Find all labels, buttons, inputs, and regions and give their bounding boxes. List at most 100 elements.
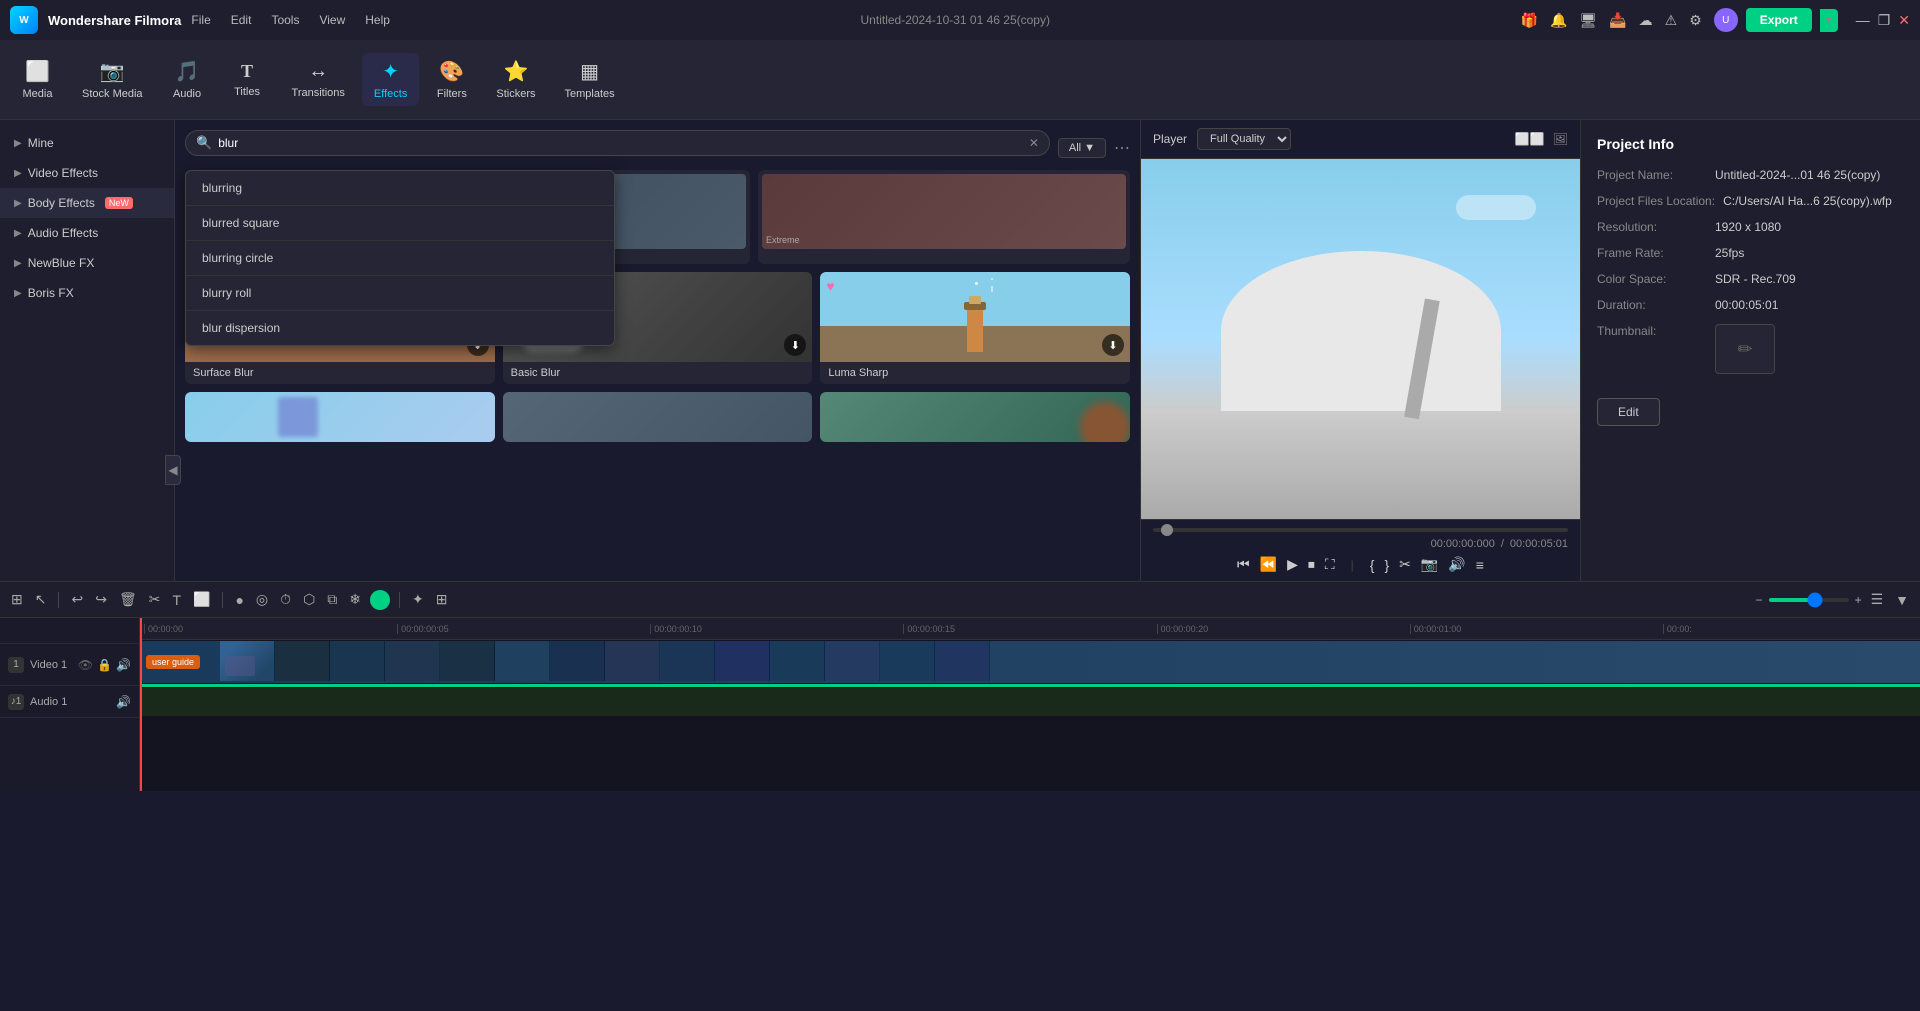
sidebar-item-boris[interactable]: ▶ Boris FX xyxy=(0,278,174,308)
skip-back-button[interactable]: ⏮ xyxy=(1237,556,1250,573)
stabilize-button[interactable]: ◎ xyxy=(253,588,271,611)
thumbnail-edit-icon[interactable]: ✏ xyxy=(1715,324,1775,374)
playhead[interactable] xyxy=(140,618,142,791)
play-button[interactable]: ▶ xyxy=(1287,556,1298,573)
quality-select[interactable]: Full Quality xyxy=(1197,128,1291,150)
track-settings-button[interactable]: ⊞ xyxy=(433,588,451,611)
fullscreen-button[interactable]: ⛶ xyxy=(1325,556,1335,573)
menu-view[interactable]: View xyxy=(319,13,345,27)
autocomplete-item-blurring[interactable]: blurring xyxy=(186,171,614,206)
toolbar-stock-media[interactable]: 📷 Stock Media xyxy=(70,53,155,106)
video-track-lock-icon[interactable]: 🔒 xyxy=(97,658,112,672)
fav-icon-luma-sharp[interactable]: ♥ xyxy=(826,278,834,294)
effect-card-4[interactable] xyxy=(185,392,495,442)
group-button[interactable]: ⬡ xyxy=(300,588,318,611)
project-name-value: Untitled-2024-...01 46 25(copy) xyxy=(1715,168,1904,182)
audio-track[interactable] xyxy=(140,688,1920,716)
freeze-button[interactable]: ❄ xyxy=(346,588,364,611)
delete-button[interactable]: 🗑 xyxy=(116,588,140,611)
sidebar-collapse-button[interactable]: ◀ xyxy=(165,455,181,485)
menu-tools[interactable]: Tools xyxy=(271,13,299,27)
download-icon[interactable]: 📥 xyxy=(1609,12,1626,29)
cut-tool-button[interactable]: ✂ xyxy=(146,588,164,611)
cloud-icon[interactable]: ☁ xyxy=(1639,12,1653,29)
record-button[interactable] xyxy=(370,590,390,610)
audio-settings-button[interactable]: ≡ xyxy=(1476,557,1484,573)
motion-button[interactable]: ● xyxy=(232,589,246,611)
zoom-out-icon[interactable]: − xyxy=(1756,593,1763,607)
grid-icon[interactable]: ⚙ xyxy=(1689,12,1702,29)
toolbar-media[interactable]: ⬜ Media xyxy=(10,53,65,106)
more-timeline-button[interactable]: ▼ xyxy=(1892,589,1912,611)
screenshot-button[interactable]: 📷 xyxy=(1421,556,1438,573)
mark-in-button[interactable]: { xyxy=(1370,557,1375,573)
toolbar-effects[interactable]: ✦ Effects xyxy=(362,53,419,106)
monitor-icon[interactable]: 🖥 xyxy=(1579,12,1597,29)
alert-icon[interactable]: ⚠ xyxy=(1665,12,1678,29)
rob-stroke-extreme[interactable]: Extreme xyxy=(758,170,1130,264)
more-options-button[interactable]: ⋯ xyxy=(1114,138,1130,158)
audio-track-mute-icon[interactable]: 🔊 xyxy=(116,695,131,709)
maximize-button[interactable]: ❐ xyxy=(1878,12,1891,29)
mask-button[interactable]: ⧉ xyxy=(324,588,340,611)
compare-icon[interactable]: ⬜⬜ xyxy=(1515,132,1545,146)
mark-out-button[interactable]: } xyxy=(1384,557,1389,573)
export-button[interactable]: Export xyxy=(1746,8,1812,32)
gift-icon[interactable]: 🎁 xyxy=(1521,12,1538,29)
list-view-button[interactable]: ☰ xyxy=(1868,588,1887,611)
autocomplete-item-blurring-circle[interactable]: blurring circle xyxy=(186,241,614,276)
autocomplete-item-blur-dispersion[interactable]: blur dispersion xyxy=(186,311,614,345)
minimize-button[interactable]: — xyxy=(1856,12,1870,29)
toolbar-transitions[interactable]: ↔ Transitions xyxy=(280,54,357,105)
export-dropdown[interactable]: ▼ xyxy=(1820,9,1838,32)
redo-button[interactable]: ↪ xyxy=(92,588,110,611)
scrubber-handle[interactable] xyxy=(1161,524,1173,536)
sidebar-item-newblue[interactable]: ▶ NewBlue FX xyxy=(0,248,174,278)
zoom-in-icon[interactable]: + xyxy=(1855,593,1862,607)
bell-icon[interactable]: 🔔 xyxy=(1550,12,1567,29)
speed-button[interactable]: ⏱ xyxy=(277,588,294,611)
menu-help[interactable]: Help xyxy=(365,13,390,27)
timeline-scrubber[interactable] xyxy=(1153,528,1568,532)
text-button[interactable]: T xyxy=(169,589,184,611)
snap-button[interactable]: ⊞ xyxy=(8,588,26,611)
volume-button[interactable]: 🔊 xyxy=(1448,556,1465,573)
toolbar-stickers[interactable]: ⭐ Stickers xyxy=(484,53,547,106)
clear-search-button[interactable]: ✕ xyxy=(1029,136,1039,150)
toolbar-titles[interactable]: T Titles xyxy=(220,55,275,104)
toolbar-filters[interactable]: 🎨 Filters xyxy=(424,53,479,106)
video-track-vol-icon[interactable]: 🔊 xyxy=(116,658,131,672)
menu-edit[interactable]: Edit xyxy=(231,13,252,27)
sidebar-item-video-effects[interactable]: ▶ Video Effects xyxy=(0,158,174,188)
effect-card-luma-sharp[interactable]: ♥ ⬇ Luma Sharp xyxy=(820,272,1130,384)
toolbar-templates[interactable]: ▦ Templates xyxy=(552,53,626,106)
zoom-slider[interactable] xyxy=(1769,598,1849,602)
download-icon-basic-blur[interactable]: ⬇ xyxy=(784,334,806,356)
download-icon-luma-sharp[interactable]: ⬇ xyxy=(1102,334,1124,356)
toolbar-stickers-label: Stickers xyxy=(496,88,535,100)
undo-button[interactable]: ↩ xyxy=(68,588,86,611)
sidebar-item-audio-effects[interactable]: ▶ Audio Effects xyxy=(0,218,174,248)
filter-all-button[interactable]: All ▼ xyxy=(1058,138,1106,158)
autocomplete-item-blurry-roll[interactable]: blurry roll xyxy=(186,276,614,311)
snapshot-icon[interactable]: 🖼 xyxy=(1553,132,1568,146)
video-track[interactable]: user guide xyxy=(140,641,1920,683)
avatar[interactable]: U xyxy=(1714,8,1738,32)
toolbar-audio[interactable]: 🎵 Audio xyxy=(160,53,215,106)
crop-button[interactable]: ⬜ xyxy=(190,588,213,611)
search-input[interactable] xyxy=(218,136,1023,150)
edit-button[interactable]: Edit xyxy=(1597,398,1660,426)
close-button[interactable]: ✕ xyxy=(1898,12,1910,29)
frame-back-button[interactable]: ⏪ xyxy=(1260,556,1277,573)
add-track-button[interactable]: ✦ xyxy=(409,588,427,611)
select-tool[interactable]: ↖ xyxy=(32,588,50,611)
cut-button[interactable]: ✂ xyxy=(1399,556,1411,573)
menu-file[interactable]: File xyxy=(191,13,210,27)
sidebar-item-mine[interactable]: ▶ Mine xyxy=(0,128,174,158)
effect-card-5[interactable] xyxy=(503,392,813,442)
effect-card-6[interactable] xyxy=(820,392,1130,442)
autocomplete-item-blurred-square[interactable]: blurred square xyxy=(186,206,614,241)
video-track-eye-icon[interactable]: 👁 xyxy=(78,658,93,672)
sidebar-item-body-effects[interactable]: ▶ Body Effects NeW xyxy=(0,188,174,218)
stop-button[interactable]: ⏹ xyxy=(1308,556,1315,573)
